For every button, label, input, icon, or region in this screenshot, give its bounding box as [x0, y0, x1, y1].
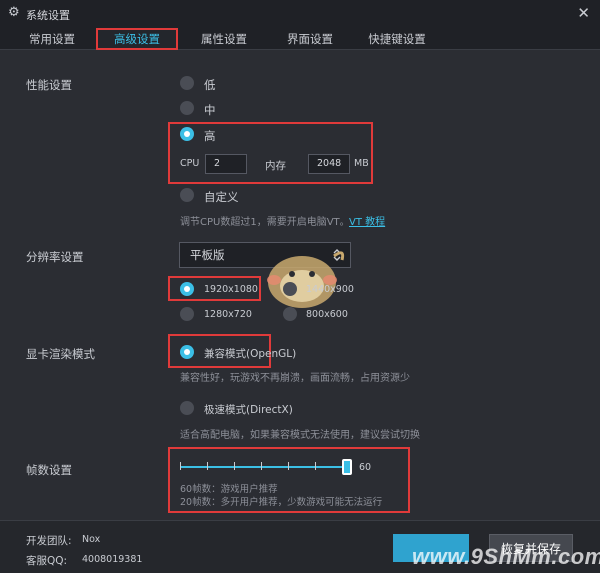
res-1920-radio[interactable]: [180, 282, 194, 296]
team-value: Nox: [82, 534, 101, 545]
render-speed-radio[interactable]: [180, 401, 194, 415]
tab-interface[interactable]: 界面设置: [282, 30, 338, 50]
perf-custom-radio[interactable]: [180, 188, 194, 202]
res-800-radio[interactable]: [283, 307, 297, 321]
memory-unit: MB: [354, 158, 369, 169]
tab-bar: 常用设置 高级设置 属性设置 界面设置 快捷键设置: [0, 28, 600, 50]
perf-low-radio[interactable]: [180, 76, 194, 90]
tab-common[interactable]: 常用设置: [24, 30, 80, 50]
fps-slider-thumb[interactable]: [342, 459, 352, 475]
perf-custom-label: 自定义: [204, 190, 239, 204]
team-label: 开发团队:: [26, 535, 72, 547]
fps-slider-tick: [180, 462, 181, 470]
title-bar: ⚙ 系统设置 ✕: [0, 0, 600, 28]
fps-slider-tick: [234, 462, 235, 470]
qq-label: 客服QQ:: [26, 555, 68, 567]
fps-slider-tick: [261, 462, 262, 470]
performance-label: 性能设置: [26, 78, 72, 92]
memory-input[interactable]: 2048: [308, 154, 350, 174]
gear-icon: ⚙: [8, 5, 20, 20]
fps-slider-tick: [288, 462, 289, 470]
render-speed-label: 极速模式(DirectX): [204, 404, 293, 416]
render-speed-hint: 适合高配电脑，如果兼容模式无法使用，建议尝试切换: [180, 430, 420, 441]
render-mode-label: 显卡渲染模式: [26, 347, 95, 361]
perf-mid-label: 中: [204, 103, 216, 117]
perf-high-label: 高: [204, 129, 216, 143]
qq-value: 4008019381: [82, 554, 143, 565]
res-1440-radio[interactable]: [283, 282, 297, 296]
watermark-text: www.9ShMm.com: [412, 544, 600, 569]
cpu-label: CPU: [180, 158, 200, 169]
render-compat-label: 兼容模式(OpenGL): [204, 348, 297, 360]
res-1280-radio[interactable]: [180, 307, 194, 321]
vt-tutorial-link[interactable]: VT 教程: [349, 213, 385, 228]
window-title: 系统设置: [26, 9, 70, 22]
mascot-image: [267, 251, 345, 308]
fps-slider-tick: [315, 462, 316, 470]
tab-properties[interactable]: 属性设置: [196, 30, 252, 50]
fps-slider-tick: [207, 462, 208, 470]
resolution-mode-value: 平板版: [190, 248, 225, 262]
fps-hint-20: 20帧数：多开用户推荐，少数游戏可能无法运行: [180, 497, 383, 508]
perf-low-label: 低: [204, 78, 216, 92]
close-icon[interactable]: ✕: [577, 5, 590, 21]
resolution-label: 分辨率设置: [26, 250, 84, 264]
tab-advanced[interactable]: 高级设置: [96, 28, 178, 50]
fps-hint-60: 60帧数：游戏用户推荐: [180, 484, 278, 495]
cpu-input[interactable]: 2: [205, 154, 247, 174]
res-800-label: 800x600: [306, 309, 348, 320]
render-compat-hint: 兼容性好，玩游戏不再崩溃，画面流畅，占用资源少: [180, 373, 410, 384]
fps-label: 帧数设置: [26, 463, 72, 477]
render-compat-radio[interactable]: [180, 345, 194, 359]
perf-high-radio[interactable]: [180, 127, 194, 141]
memory-label: 内存: [265, 160, 286, 172]
res-1440-label: 1440x900: [306, 284, 354, 295]
res-1280-label: 1280x720: [204, 309, 252, 320]
tab-shortcuts[interactable]: 快捷键设置: [363, 30, 431, 50]
fps-value: 60: [359, 462, 372, 473]
high-performance-highlight: [168, 122, 373, 184]
res-1920-label: 1920x1080: [204, 284, 258, 295]
perf-mid-radio[interactable]: [180, 101, 194, 115]
fps-slider-track[interactable]: [180, 466, 346, 468]
vt-hint: 调节CPU数超过1，需要开启电脑VT。: [180, 217, 350, 228]
